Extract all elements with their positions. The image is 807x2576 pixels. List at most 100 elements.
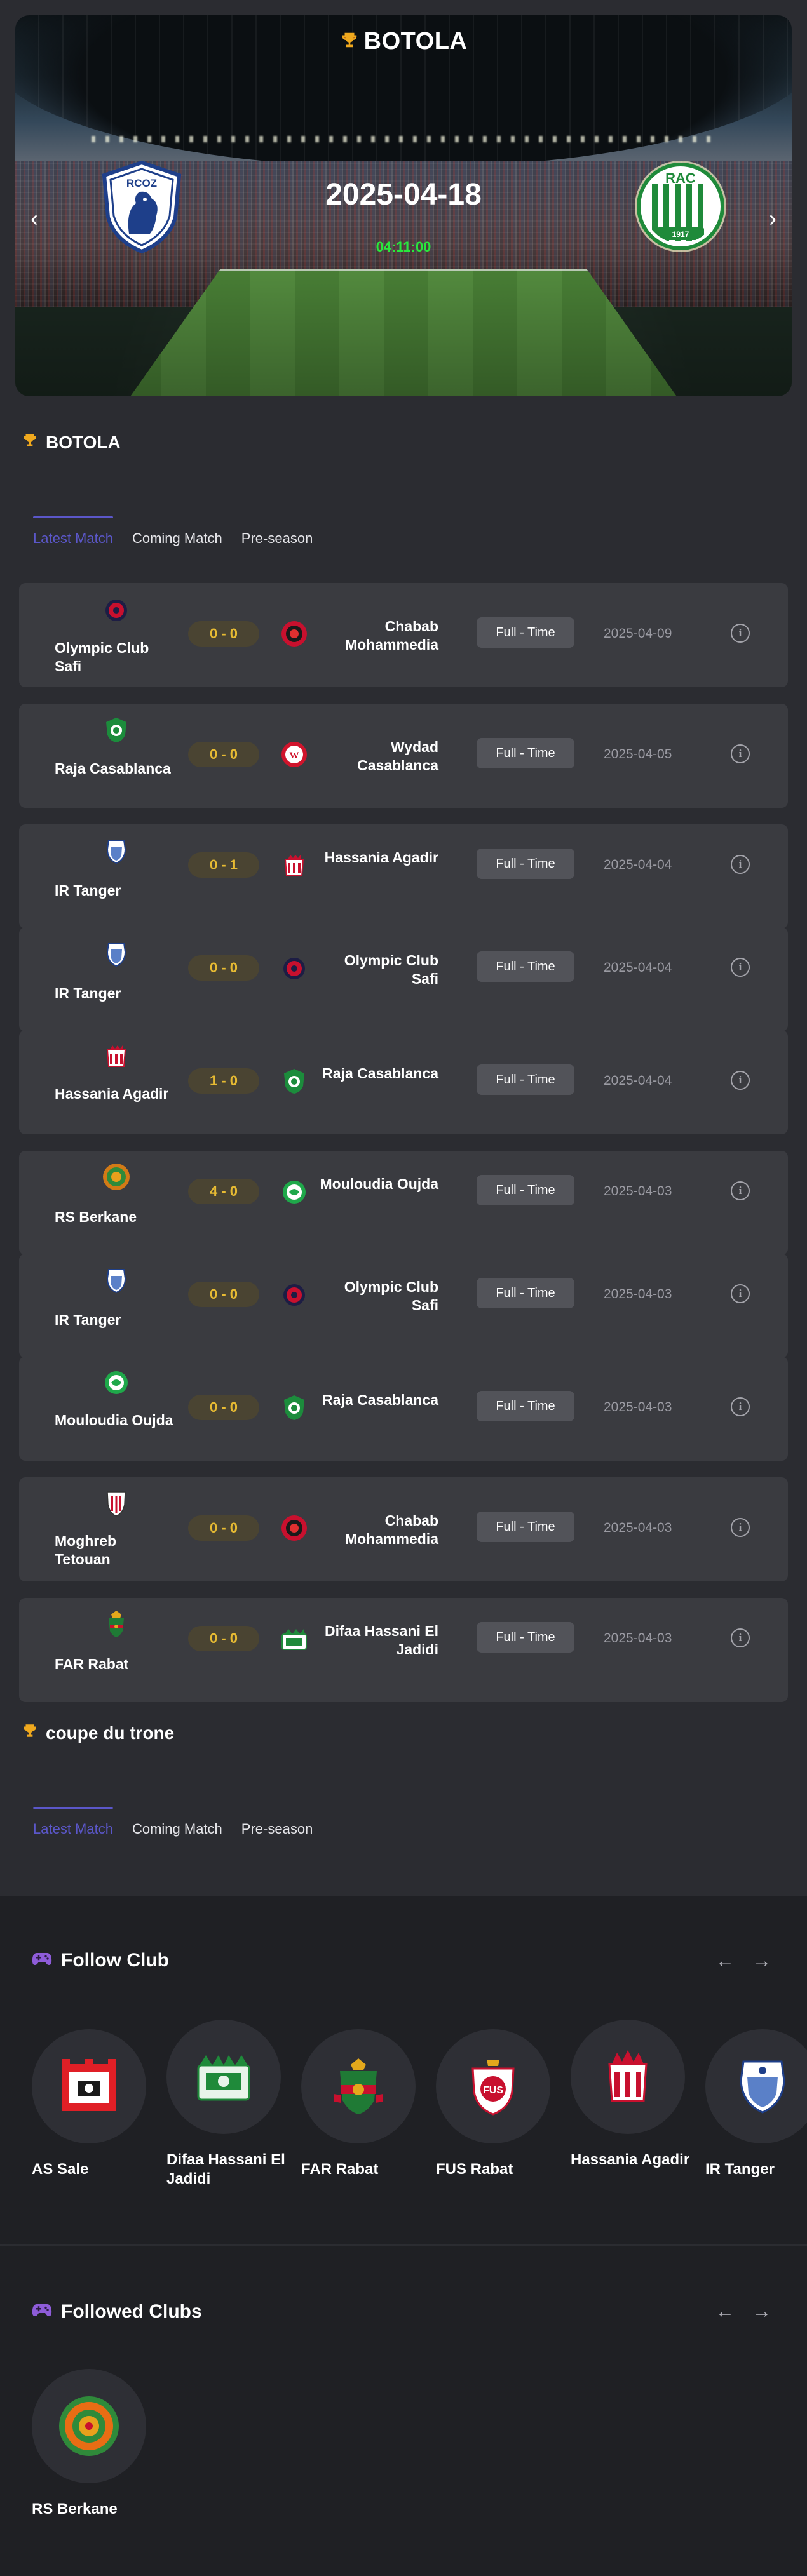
info-icon[interactable]: i [731, 624, 750, 643]
match-card[interactable]: IR Tanger 0 - 1 Hassania Agadir Full - T… [19, 824, 788, 929]
match-card[interactable]: Raja Casablanca 0 - 0 W Wydad Casablanca… [19, 704, 788, 808]
home-team-name: IR Tanger [55, 882, 121, 899]
club-card[interactable]: Difaa Hassani El Jadidi [166, 2020, 287, 2189]
home-team-name: Hassania Agadir [55, 1085, 169, 1102]
club-card[interactable]: AS Sale [32, 2029, 153, 2179]
away-team-name: Olympic Club Safi [344, 1278, 438, 1313]
coupe-tabs: Latest Match Coming Match Pre-season [33, 1807, 313, 1837]
match-date-label: 2025-04-09 [604, 626, 672, 641]
match-date-label: 2025-04-03 [604, 1520, 672, 1535]
match-status: Full - Time [477, 1391, 574, 1421]
hero-banner: BOTOLA ‹ › RCOZ 2025-04-18 04:11:00 RAC … [15, 15, 792, 396]
team-logo-icon [102, 715, 131, 744]
club-card[interactable]: FAR Rabat [301, 2029, 422, 2179]
match-score: 0 - 0 [188, 1626, 259, 1651]
info-icon[interactable]: i [731, 855, 750, 874]
home-team-name: Olympic Club Safi [55, 640, 149, 674]
club-name: FAR Rabat [301, 2161, 379, 2178]
match-status: Full - Time [477, 1175, 574, 1205]
match-date-label: 2025-04-03 [604, 1631, 672, 1646]
match-card[interactable]: IR Tanger 0 - 0 Olympic Club Safi Full -… [19, 1254, 788, 1358]
gamepad-icon [32, 1950, 52, 1971]
match-card[interactable]: Hassania Agadir 1 - 0 Raja Casablanca Fu… [19, 1030, 788, 1134]
arrow-right-icon[interactable]: → [752, 2301, 771, 2323]
tab-pre-season[interactable]: Pre-season [241, 516, 313, 547]
info-icon[interactable]: i [731, 1518, 750, 1537]
match-score: 0 - 1 [188, 852, 259, 878]
match-status: Full - Time [477, 738, 574, 768]
trophy-icon [22, 432, 38, 453]
match-status: Full - Time [477, 1064, 574, 1095]
arrow-right-icon[interactable]: → [752, 1950, 771, 1972]
club-name: Hassania Agadir [571, 2151, 690, 2168]
club-card[interactable]: IR Tanger [705, 2029, 807, 2179]
team-logo-icon [280, 954, 309, 983]
info-icon[interactable]: i [731, 1071, 750, 1090]
follow-club-section: Follow Club ← → AS Sale Difaa Hassani El… [0, 1896, 807, 2244]
team-logo-icon [102, 1162, 131, 1191]
tab-coming-match[interactable]: Coming Match [132, 1807, 222, 1837]
away-team-name: Chabab Mohammedia [345, 1512, 438, 1547]
gamepad-icon [32, 2301, 52, 2323]
team-logo-icon [280, 1393, 309, 1422]
club-name: FUS Rabat [436, 2161, 513, 2178]
svg-text:1917: 1917 [672, 230, 689, 239]
match-card[interactable]: Olympic Club Safi 0 - 0 Chabab Mohammedi… [19, 583, 788, 687]
followed-clubs-section: Followed Clubs ← → RS Berkane [0, 2246, 807, 2576]
league-heading-botola: BOTOLA [22, 432, 121, 453]
match-card[interactable]: Moghreb Tetouan 0 - 0 Chabab Mohammedia … [19, 1477, 788, 1581]
match-date-label: 2025-04-04 [604, 857, 672, 872]
match-status: Full - Time [477, 617, 574, 648]
club-logo [705, 2029, 807, 2143]
match-score: 0 - 0 [188, 955, 259, 981]
match-date-label: 2025-04-04 [604, 960, 672, 975]
arrow-left-icon[interactable]: ← [715, 1950, 735, 1972]
match-date-label: 2025-04-04 [604, 1073, 672, 1088]
club-card[interactable]: RS Berkane [32, 2369, 153, 2519]
tab-pre-season[interactable]: Pre-season [241, 1807, 313, 1837]
team-logo-icon [280, 1513, 309, 1543]
match-score: 1 - 0 [188, 1068, 259, 1094]
club-card[interactable]: Hassania Agadir [571, 2020, 691, 2170]
info-icon[interactable]: i [731, 744, 750, 763]
club-name: AS Sale [32, 2161, 89, 2178]
home-team-name: IR Tanger [55, 985, 121, 1002]
info-icon[interactable]: i [731, 1397, 750, 1416]
match-status: Full - Time [477, 1622, 574, 1653]
arrow-left-icon[interactable]: ← [715, 2301, 735, 2323]
team-logo-icon [102, 939, 131, 968]
followed-clubs-nav: ← → [715, 2301, 771, 2323]
club-logo: FUS [436, 2029, 550, 2143]
stadium-background: BOTOLA ‹ › RCOZ 2025-04-18 04:11:00 RAC … [15, 15, 792, 396]
team-logo-icon [102, 1609, 131, 1639]
away-team-name: Chabab Mohammedia [345, 618, 438, 653]
team-logo-icon [280, 851, 309, 880]
info-icon[interactable]: i [731, 1181, 750, 1200]
info-icon[interactable]: i [731, 958, 750, 977]
club-logo [32, 2369, 146, 2483]
away-team-name: Raja Casablanca [322, 1392, 438, 1408]
club-name: RS Berkane [32, 2500, 118, 2518]
team-logo-icon [280, 619, 309, 648]
away-team-name: Raja Casablanca [322, 1065, 438, 1082]
away-team-name: Hassania Agadir [324, 849, 438, 866]
home-team-name: IR Tanger [55, 1311, 121, 1328]
match-date-label: 2025-04-03 [604, 1400, 672, 1414]
svg-text:FUS: FUS [483, 2085, 503, 2096]
info-icon[interactable]: i [731, 1628, 750, 1647]
match-card[interactable]: IR Tanger 0 - 0 Olympic Club Safi Full -… [19, 927, 788, 1031]
match-date-label: 2025-04-03 [604, 1287, 672, 1301]
tab-latest-match[interactable]: Latest Match [33, 1807, 113, 1837]
team-logo-icon [102, 1368, 131, 1397]
tab-coming-match[interactable]: Coming Match [132, 516, 222, 547]
match-card[interactable]: RS Berkane 4 - 0 Mouloudia Oujda Full - … [19, 1151, 788, 1255]
tab-latest-match[interactable]: Latest Match [33, 516, 113, 547]
club-card[interactable]: FUS FUS Rabat [436, 2029, 557, 2179]
match-card[interactable]: FAR Rabat 0 - 0 Difaa Hassani El Jadidi … [19, 1598, 788, 1702]
info-icon[interactable]: i [731, 1284, 750, 1303]
team-logo-icon [280, 1066, 309, 1096]
match-card[interactable]: Mouloudia Oujda 0 - 0 Raja Casablanca Fu… [19, 1357, 788, 1461]
svg-text:W: W [290, 751, 299, 761]
team-logo-icon [102, 1042, 131, 1071]
team-logo-icon [102, 596, 131, 625]
